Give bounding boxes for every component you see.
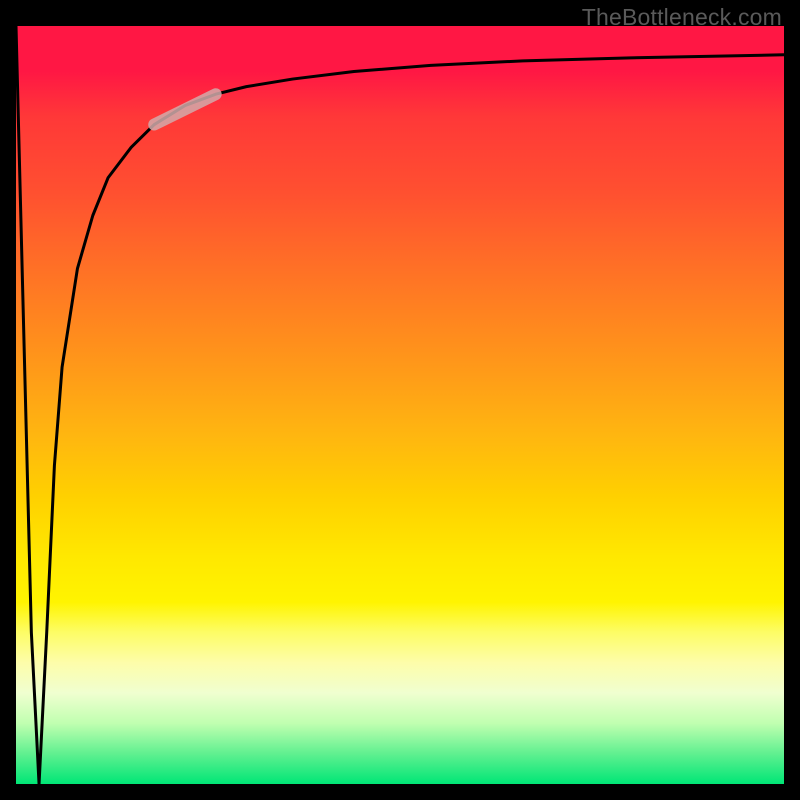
chart-container: TheBottleneck.com (0, 0, 800, 800)
bottleneck-curve (16, 26, 784, 784)
chart-svg (16, 26, 784, 784)
highlight-segment (154, 94, 215, 124)
